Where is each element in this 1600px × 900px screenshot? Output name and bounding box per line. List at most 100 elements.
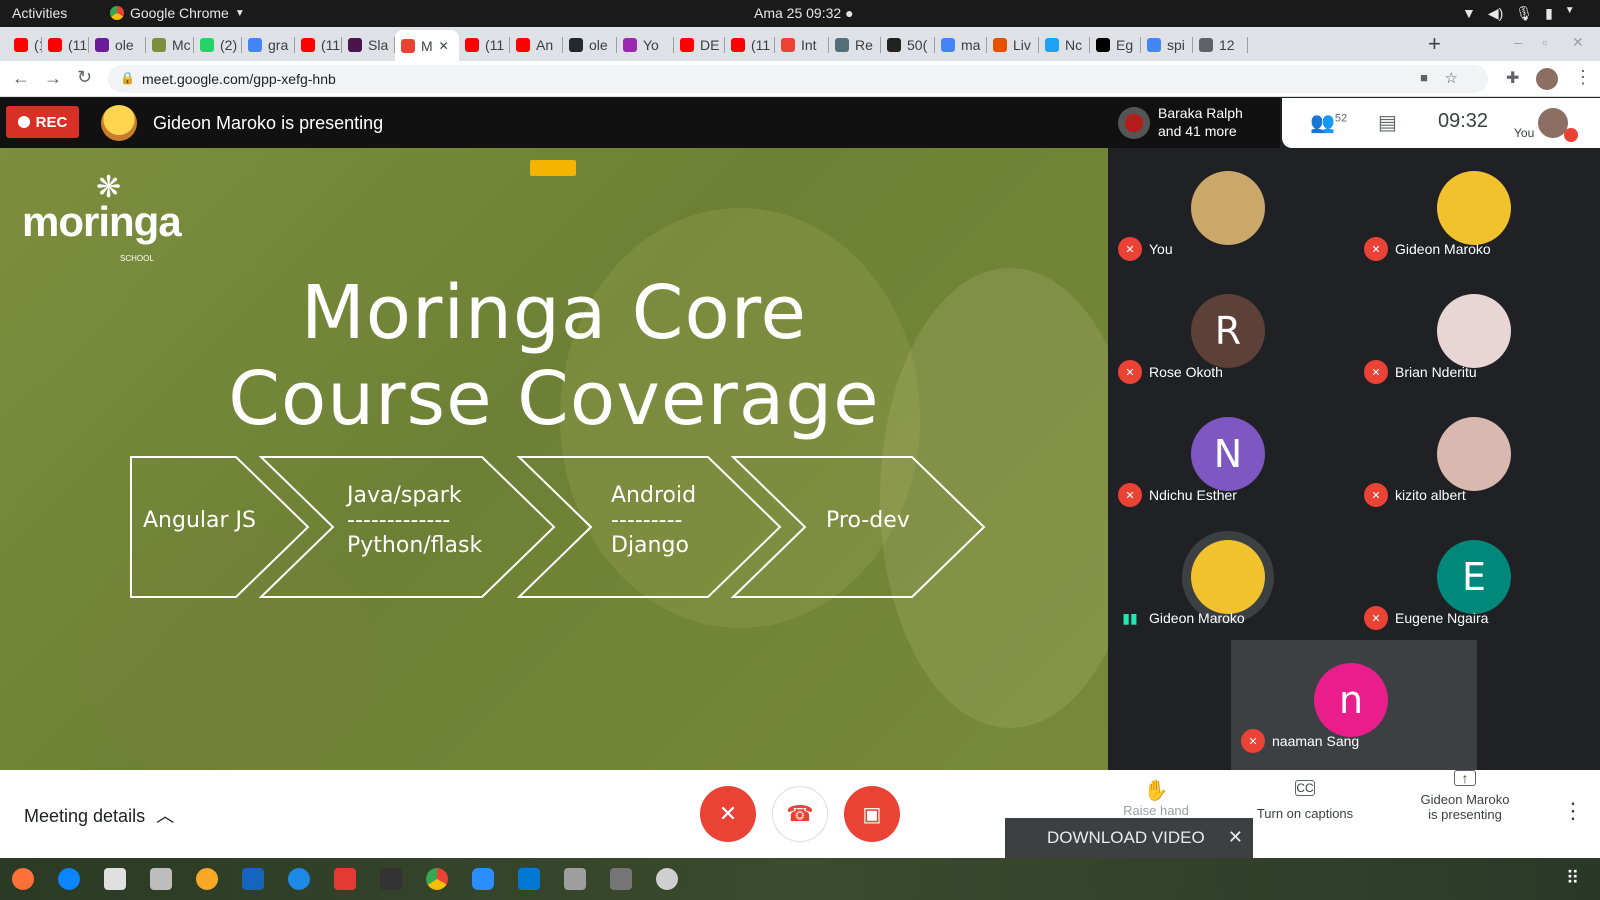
presenter-avatar — [101, 105, 137, 141]
bookmark-star-icon[interactable]: ☆ — [1445, 69, 1458, 87]
participant-tile[interactable]: ✕ Gideon Maroko — [1354, 148, 1594, 268]
more-options-icon[interactable]: ⋮ — [1562, 798, 1584, 824]
address-bar[interactable]: 🔒 meet.google.com/gpp-xefg-hnb ■ ☆ — [108, 65, 1488, 93]
tab[interactable]: (11 — [295, 31, 342, 59]
camera-blocked-icon[interactable]: ■ — [1420, 70, 1428, 85]
logo-sub-text: SCHOOL — [120, 254, 154, 263]
tab[interactable]: Int — [775, 31, 829, 59]
presenting-button[interactable]: ↑ Gideon Maroko is presenting — [1400, 770, 1530, 822]
close-icon[interactable]: ✕ — [1228, 827, 1243, 848]
tab[interactable]: (11 — [42, 31, 89, 59]
header-people-line2: and 41 more — [1158, 123, 1237, 139]
screenshot-icon[interactable] — [150, 868, 172, 890]
rhythmbox-icon[interactable] — [196, 868, 218, 890]
activities-button[interactable]: Activities — [12, 5, 67, 21]
participant-name: Eugene Ngaira — [1395, 610, 1489, 626]
tab-label: Sla — [368, 37, 389, 53]
participant-tile[interactable]: ✕ You — [1108, 148, 1348, 268]
tab[interactable]: gra — [242, 31, 295, 59]
captions-button[interactable]: CC Turn on captions — [1250, 780, 1360, 821]
zoom-icon[interactable] — [472, 868, 494, 890]
participant-tile[interactable]: ✕ kizito albert — [1354, 394, 1594, 514]
tab[interactable]: ole — [89, 31, 146, 59]
settings-icon[interactable] — [564, 868, 586, 890]
people-preview[interactable]: Baraka Ralph and 41 more — [1108, 98, 1280, 148]
participant-name: Gideon Maroko — [1395, 241, 1491, 257]
app-menu[interactable]: Google Chrome ▼ — [110, 5, 245, 21]
recording-badge: REC — [6, 106, 79, 138]
speaking-indicator-icon: ▮▮ — [1122, 609, 1138, 626]
tab[interactable]: ole — [563, 31, 617, 59]
tab-label: Int — [801, 37, 817, 53]
thunderbird-icon[interactable] — [58, 868, 80, 890]
tab[interactable]: DE — [674, 31, 725, 59]
chrome-icon[interactable] — [426, 868, 448, 890]
tab[interactable]: 12 — [1193, 31, 1248, 59]
participant-tile[interactable]: E ✕ Eugene Ngaira — [1354, 517, 1594, 637]
rec-label: REC — [35, 113, 68, 131]
tab[interactable]: spi — [1141, 31, 1193, 59]
trash-icon[interactable] — [656, 868, 678, 890]
participant-tile[interactable]: N ✕ Ndichu Esther — [1108, 394, 1348, 514]
system-tray[interactable]: ▼ ◀) 🎙 ▮ ▼ — [1462, 5, 1575, 22]
camera-off-button[interactable]: ▣ — [844, 786, 900, 842]
close-window-icon[interactable]: ✕ — [1572, 34, 1584, 51]
tab-favicon-icon — [731, 38, 745, 52]
tab[interactable]: Nc — [1039, 31, 1090, 59]
new-tab-icon[interactable]: + — [1428, 31, 1441, 57]
tab[interactable]: Mc — [146, 31, 194, 59]
reload-icon[interactable]: ↻ — [77, 67, 92, 88]
usb-icon[interactable] — [610, 868, 632, 890]
meeting-details-button[interactable]: Meeting details ︿ — [24, 802, 174, 828]
tab[interactable]: M ✕ — [395, 30, 459, 61]
tab[interactable]: (11 — [725, 31, 775, 59]
files-icon[interactable] — [104, 868, 126, 890]
profile-avatar[interactable] — [1536, 68, 1558, 90]
writer-icon[interactable] — [242, 868, 264, 890]
self-label: You — [1514, 126, 1535, 140]
leave-call-button[interactable]: ☎ — [772, 786, 828, 842]
system-clock[interactable]: Ama 25 09:32 ● — [754, 5, 854, 21]
chat-icon[interactable]: ▤ — [1378, 110, 1397, 135]
presenter-toolbar[interactable] — [530, 160, 576, 176]
step-line: Python/flask — [347, 533, 483, 558]
tab-favicon-icon — [1096, 38, 1110, 52]
participant-tile[interactable]: n ✕ naaman Sang — [1231, 640, 1477, 770]
vscode-icon[interactable] — [518, 868, 540, 890]
minimize-icon[interactable]: – — [1514, 34, 1522, 50]
help-icon[interactable] — [288, 868, 310, 890]
forward-icon[interactable]: → — [44, 68, 62, 89]
firefox-icon[interactable] — [12, 868, 34, 890]
tab[interactable]: ma — [935, 31, 987, 59]
participant-name: Rose Okoth — [1149, 364, 1223, 380]
tab[interactable]: Re — [829, 31, 881, 59]
participant-tile[interactable]: ▮▮ Gideon Maroko — [1108, 517, 1348, 637]
tab[interactable]: Eg — [1090, 31, 1141, 59]
chrome-menu-icon[interactable]: ⋮ — [1574, 67, 1592, 88]
participant-tile[interactable]: R ✕ Rose Okoth — [1108, 271, 1348, 391]
software-icon[interactable] — [334, 868, 356, 890]
raise-hand-button[interactable]: ✋ Raise hand — [1120, 778, 1192, 818]
tab[interactable]: An — [510, 31, 563, 59]
close-tab-icon[interactable]: ✕ — [439, 39, 449, 53]
tab[interactable]: (11 — [8, 31, 42, 59]
tab[interactable]: Yo — [617, 31, 674, 59]
mute-mic-button[interactable]: ✕ — [700, 786, 756, 842]
tab[interactable]: Liv — [987, 31, 1039, 59]
participant-tile[interactable]: ✕ Brian Nderitu — [1354, 271, 1594, 391]
tab-label: gra — [268, 37, 289, 53]
tab[interactable]: 50( — [881, 31, 935, 59]
app-name: Google Chrome — [130, 5, 229, 21]
participant-count: 52 — [1334, 112, 1348, 125]
extensions-icon[interactable]: ✚ — [1506, 68, 1519, 88]
terminal-icon[interactable] — [380, 868, 402, 890]
tab[interactable]: (2) — [194, 31, 242, 59]
tab[interactable]: Sla — [342, 31, 395, 59]
download-video-banner[interactable]: DOWNLOAD VIDEO ✕ — [1005, 818, 1253, 858]
app-grid-icon[interactable]: ⠿ — [1566, 868, 1579, 889]
back-icon[interactable]: ← — [12, 68, 30, 89]
maximize-icon[interactable]: ▫ — [1542, 34, 1547, 50]
clock-text: Ama 25 09:32 — [754, 5, 842, 21]
people-button[interactable]: 👥52 — [1310, 110, 1347, 135]
tab[interactable]: (11 — [459, 31, 510, 59]
